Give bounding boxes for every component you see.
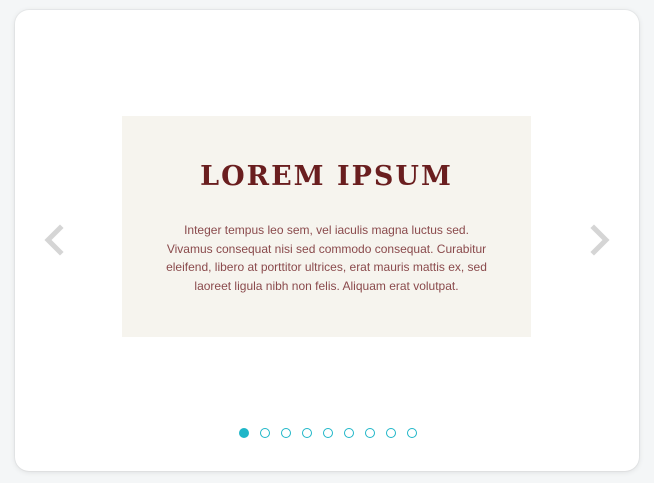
pagination-dot[interactable] <box>323 428 333 438</box>
pagination-dot[interactable] <box>281 428 291 438</box>
chevron-right-icon <box>590 224 610 256</box>
carousel-card: LOREM IPSUM Integer tempus leo sem, vel … <box>15 10 639 471</box>
pagination-dot[interactable] <box>239 428 249 438</box>
pagination-dot[interactable] <box>344 428 354 438</box>
pagination-dot[interactable] <box>302 428 312 438</box>
chevron-left-icon <box>44 224 64 256</box>
pagination-dot[interactable] <box>386 428 396 438</box>
carousel-pagination <box>15 428 639 440</box>
pagination-dot[interactable] <box>365 428 375 438</box>
slide-text: Integer tempus leo sem, vel iaculis magn… <box>166 223 487 293</box>
slide-title: LOREM IPSUM <box>200 161 453 192</box>
pagination-dot[interactable] <box>407 428 417 438</box>
pagination-dot[interactable] <box>260 428 270 438</box>
carousel-next-button[interactable] <box>585 222 615 258</box>
carousel-slide: LOREM IPSUM Integer tempus leo sem, vel … <box>122 116 531 337</box>
carousel-prev-button[interactable] <box>39 222 69 258</box>
